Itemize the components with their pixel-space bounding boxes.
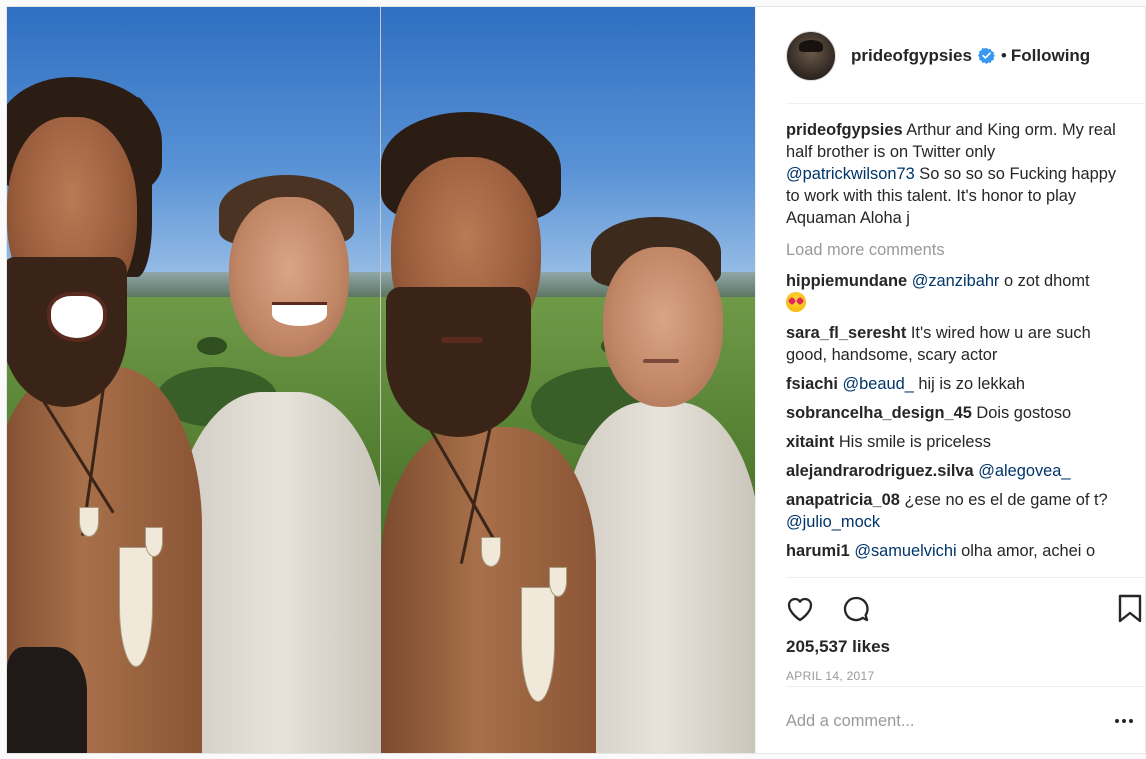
bookmark-icon[interactable] — [1117, 593, 1143, 625]
comment-text: ¿ese no es el de game of t? — [904, 491, 1108, 509]
speech-bubble-icon[interactable] — [840, 593, 872, 625]
comment-username[interactable]: hippiemundane — [786, 272, 907, 290]
add-comment-bar — [756, 686, 1145, 753]
photo-frame-left — [7, 7, 380, 753]
comment-mention[interactable]: @alegovea_ — [978, 462, 1070, 480]
comment-mention[interactable]: @samuelvichi — [854, 542, 956, 560]
load-more-comments-button[interactable]: Load more comments — [786, 239, 1126, 261]
post-photo[interactable] — [7, 7, 755, 753]
heart-outline-icon[interactable] — [784, 593, 816, 625]
photo-frame-right — [381, 7, 755, 753]
add-comment-input[interactable] — [786, 709, 1086, 733]
comment-username[interactable]: fsiachi — [786, 375, 838, 393]
comment-item: alejandrarodriguez.silva @alegovea_ — [786, 460, 1126, 482]
comment-text: hij is zo lekkah — [918, 375, 1025, 393]
comment-text: o zot dhomt — [1003, 272, 1090, 290]
comment-item: sara_fl_seresht It's wired how u are suc… — [786, 322, 1126, 366]
comment-item: harumi1 @samuelvichi olha amor, achei o — [786, 540, 1126, 562]
post-date: APRIL 14, 2017 — [786, 669, 875, 683]
comment-item: fsiachi @beaud_ hij is zo lekkah — [786, 373, 1126, 395]
header-separator: • — [1000, 45, 1007, 65]
comment-item: xitaint His smile is priceless — [786, 431, 1126, 453]
comment-username[interactable]: anapatricia_08 — [786, 491, 900, 509]
comment-username[interactable]: sara_fl_seresht — [786, 324, 906, 342]
comment-text: Dois gostoso — [976, 404, 1072, 422]
caption-mention[interactable]: @patrickwilson73 — [786, 165, 915, 183]
caption-username[interactable]: prideofgypsies — [786, 121, 903, 139]
author-avatar[interactable] — [786, 30, 836, 81]
author-username[interactable]: prideofgypsies — [851, 46, 972, 66]
comment-username[interactable]: sobrancelha_design_45 — [786, 404, 972, 422]
comment-mention[interactable]: @zanzibahr — [912, 272, 1000, 290]
post-header: prideofgypsies • Following — [756, 7, 1145, 104]
comment-mention[interactable]: @julio_mock — [786, 513, 880, 531]
comment-username[interactable]: xitaint — [786, 433, 834, 451]
comment-text: His smile is priceless — [838, 433, 991, 451]
following-button[interactable]: Following — [1011, 46, 1090, 66]
comment-item: anapatricia_08 ¿ese no es el de game of … — [786, 489, 1126, 533]
likes-count[interactable]: 205,537 likes — [786, 637, 890, 657]
comment-mention[interactable]: @beaud_ — [843, 375, 914, 393]
comment-username[interactable]: alejandrarodriguez.silva — [786, 462, 974, 480]
instagram-post: prideofgypsies • Following prideofgypsie… — [6, 6, 1146, 754]
heart-eyes-emoji-icon — [786, 292, 806, 312]
comment-text: olha amor, achei o — [961, 542, 1096, 560]
post-actions: 205,537 likes APRIL 14, 2017 — [756, 577, 1145, 695]
ellipsis-icon[interactable] — [1110, 709, 1138, 733]
verified-badge-icon — [977, 47, 995, 64]
comment-item: hippiemundane @zanzibahr o zot dhomt — [786, 270, 1126, 315]
comments-list[interactable]: prideofgypsies Arthur and King orm. My r… — [786, 119, 1126, 574]
post-caption: prideofgypsies Arthur and King orm. My r… — [786, 119, 1126, 229]
post-side-panel: prideofgypsies • Following prideofgypsie… — [755, 7, 1145, 753]
comment-username[interactable]: harumi1 — [786, 542, 850, 560]
comment-item: sobrancelha_design_45 Dois gostoso — [786, 402, 1126, 424]
